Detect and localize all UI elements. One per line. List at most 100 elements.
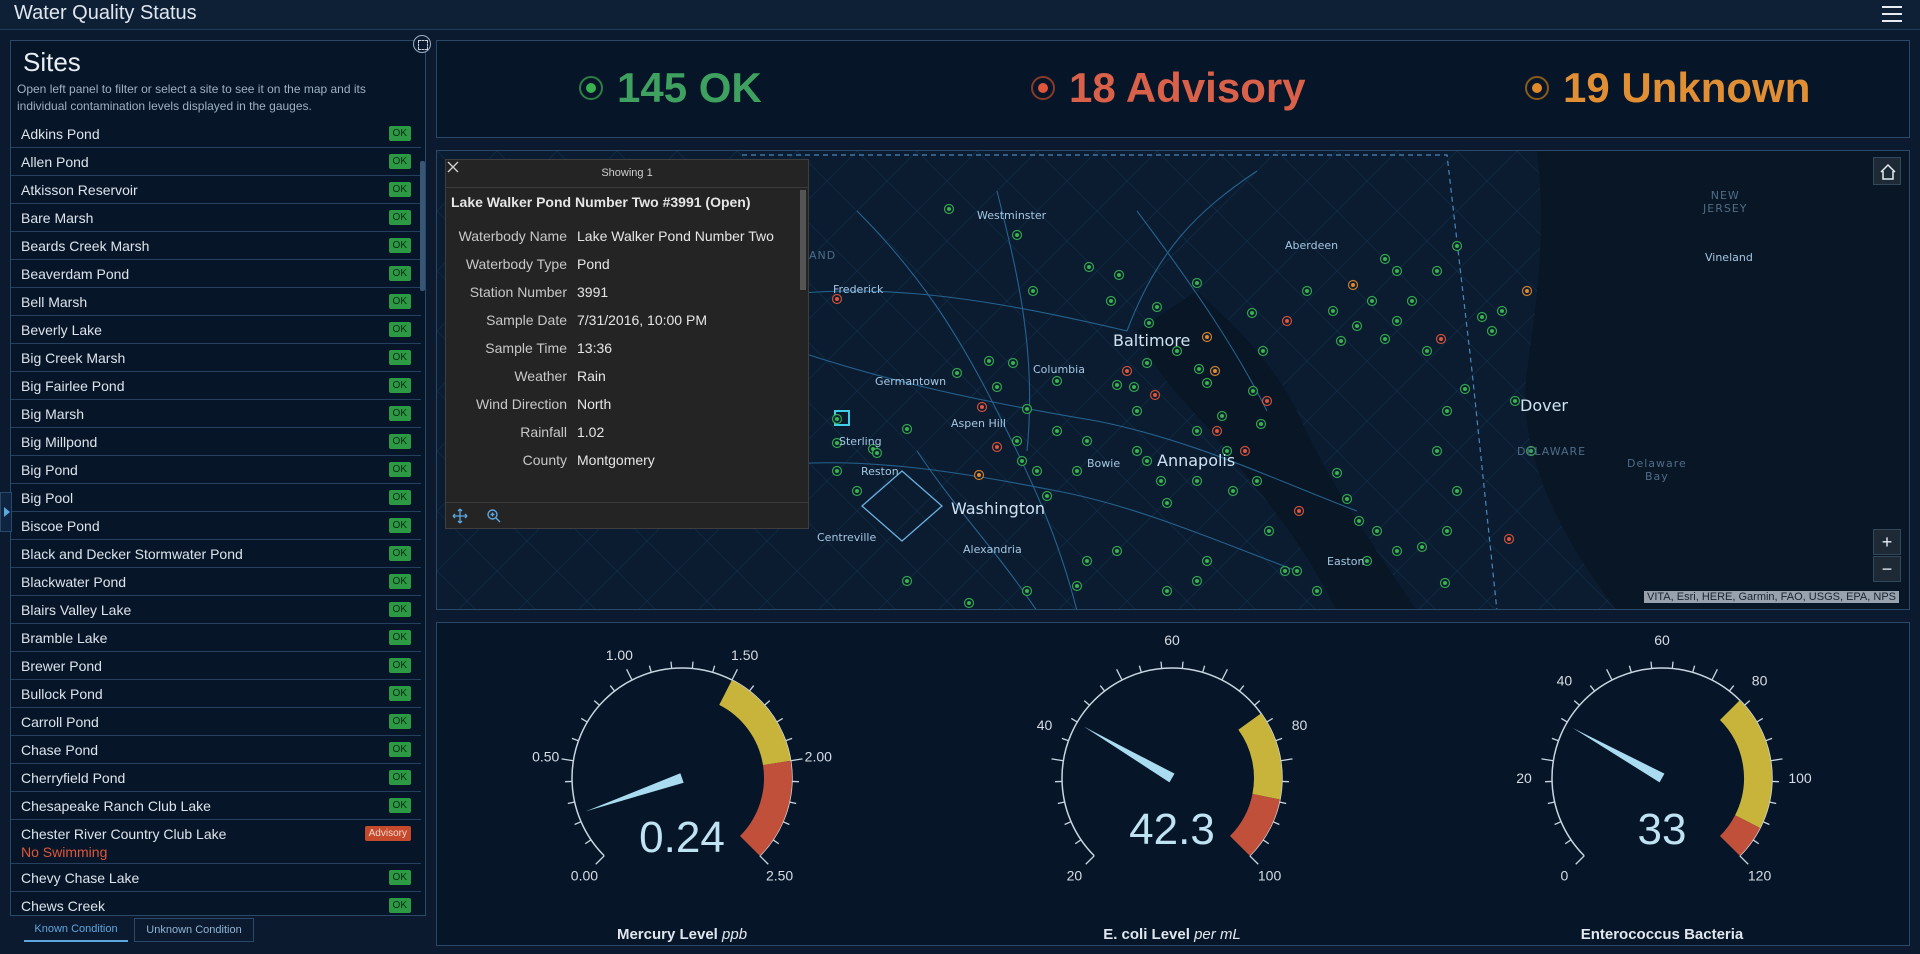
ok-count: 145 OK bbox=[617, 64, 762, 111]
site-list-item[interactable]: Chester River Country Club Lake Advisory N… bbox=[11, 820, 421, 864]
tab-unknown-condition[interactable]: Unknown Condition bbox=[134, 918, 254, 942]
site-list-item[interactable]: Brewer Pond OK bbox=[11, 652, 421, 680]
site-marker-core bbox=[1410, 299, 1414, 303]
map-label-washington: Washington bbox=[951, 499, 1046, 518]
site-list-scrollbar[interactable] bbox=[420, 161, 425, 291]
popup-field-row: Waterbody Type Pond bbox=[446, 254, 801, 274]
map-label-bowie: Bowie bbox=[1087, 457, 1121, 470]
site-marker-core bbox=[1195, 281, 1199, 285]
map-attribution: VITA, Esri, HERE, Garmin, FAO, USGS, EPA… bbox=[1644, 591, 1899, 603]
hamburger-menu-icon[interactable] bbox=[1882, 6, 1902, 22]
close-icon[interactable] bbox=[446, 160, 460, 174]
map-label-centreville: Centreville bbox=[817, 531, 877, 544]
gauge-tick bbox=[1221, 669, 1228, 681]
gauge-tick bbox=[580, 717, 588, 723]
map-view[interactable]: Westminster Aberdeen NEW JERSEY Vineland… bbox=[436, 150, 1910, 610]
status-indicators: 145 OK 18 Advisory 19 Unknown bbox=[436, 40, 1910, 138]
site-marker-core bbox=[1045, 494, 1049, 498]
site-list-item[interactable]: Blairs Valley Lake OK bbox=[11, 596, 421, 624]
gauge-tick bbox=[561, 758, 574, 762]
site-marker-core bbox=[1165, 501, 1169, 505]
pan-to-icon[interactable] bbox=[452, 508, 468, 524]
site-list-item[interactable]: Bare Marsh OK bbox=[11, 204, 421, 232]
site-marker-core bbox=[1383, 257, 1387, 261]
map-label-new-jersey: NEW JERSEY bbox=[1703, 189, 1748, 215]
gauge-tick bbox=[1275, 737, 1283, 742]
site-marker-core bbox=[995, 385, 999, 389]
site-name: Big Marsh bbox=[21, 406, 85, 422]
gauge-tick bbox=[731, 669, 738, 681]
site-list-item[interactable]: Allen Pond OK bbox=[11, 148, 421, 176]
ecoli-gauge-title-text: E. coli Level bbox=[1103, 926, 1190, 943]
zoom-out-button[interactable]: − bbox=[1873, 556, 1901, 582]
gauge-tick bbox=[1541, 758, 1554, 762]
status-badge: OK bbox=[388, 714, 411, 729]
status-badge: OK bbox=[388, 266, 411, 281]
site-marker-core bbox=[1445, 409, 1449, 413]
site-marker-core bbox=[1525, 289, 1529, 293]
site-name: Chester River Country Club Lake bbox=[21, 826, 227, 842]
site-list-item[interactable]: Bullock Pond OK bbox=[11, 680, 421, 708]
tab-known-condition[interactable]: Known Condition bbox=[24, 918, 128, 942]
map-label-frederick: Frederick bbox=[833, 283, 884, 296]
gauge-tick bbox=[789, 801, 797, 805]
gauge-tick bbox=[1547, 801, 1555, 805]
site-list-item[interactable]: Chevy Chase Lake OK bbox=[11, 864, 421, 892]
site-list-item[interactable]: Beverly Lake OK bbox=[11, 316, 421, 344]
site-name: Black and Decker Stormwater Pond bbox=[21, 546, 243, 562]
site-marker-core bbox=[835, 417, 839, 421]
mercury-gauge: 0.00 0.50 1.00 1.50 2.00 2.50 0.24 Mercury Le… bbox=[437, 623, 927, 947]
site-list-item[interactable]: Beards Creek Marsh OK bbox=[11, 232, 421, 260]
home-button[interactable] bbox=[1873, 157, 1901, 185]
zoom-in-button[interactable]: + bbox=[1873, 529, 1901, 555]
site-list-item[interactable]: Carroll Pond OK bbox=[11, 708, 421, 736]
popup-field-key: Sample Date bbox=[486, 312, 567, 328]
zoom-to-icon[interactable] bbox=[486, 508, 502, 524]
site-marker-core bbox=[1159, 479, 1163, 483]
site-list-item[interactable]: Bell Marsh OK bbox=[11, 288, 421, 316]
site-list-item[interactable]: Cherryfield Pond OK bbox=[11, 764, 421, 792]
site-list-item[interactable]: Big Pool OK bbox=[11, 484, 421, 512]
unknown-indicator: 19 Unknown bbox=[1525, 63, 1810, 113]
site-list-item[interactable]: Bramble Lake OK bbox=[11, 624, 421, 652]
site-list-item[interactable]: Blackwater Pond OK bbox=[11, 568, 421, 596]
site-marker-core bbox=[1115, 549, 1119, 553]
site-list-item[interactable]: Big Millpond OK bbox=[11, 428, 421, 456]
site-list-item[interactable]: Beaverdam Pond OK bbox=[11, 260, 421, 288]
site-list-item[interactable]: Big Creek Marsh OK bbox=[11, 344, 421, 372]
status-badge: OK bbox=[388, 322, 411, 337]
gauge-tick-label: 20 bbox=[1067, 868, 1083, 884]
site-marker-core bbox=[1315, 589, 1319, 593]
gauge-needle bbox=[1573, 728, 1665, 783]
gauge-tick-label: 100 bbox=[1788, 770, 1812, 786]
site-marker-core bbox=[1135, 409, 1139, 413]
gauge-tick bbox=[1573, 700, 1580, 706]
left-panel-toggle-icon[interactable] bbox=[0, 492, 12, 532]
mercury-gauge-title: Mercury Level ppb bbox=[437, 926, 927, 943]
site-marker-core bbox=[995, 445, 999, 449]
site-list-item[interactable]: Big Pond OK bbox=[11, 456, 421, 484]
popup-scrollbar[interactable] bbox=[800, 190, 806, 290]
gauge-tick bbox=[1085, 855, 1095, 865]
site-marker-core bbox=[1213, 369, 1217, 373]
gauge-tick-label: 60 bbox=[1654, 632, 1670, 648]
site-list-item[interactable]: Chesapeake Ranch Club Lake OK bbox=[11, 792, 421, 820]
expand-panel-icon[interactable] bbox=[413, 35, 431, 53]
site-list-item[interactable]: Biscoe Pond OK bbox=[11, 512, 421, 540]
site-list-item[interactable]: Atkisson Reservoir OK bbox=[11, 176, 421, 204]
site-name: Chews Creek bbox=[21, 898, 106, 914]
site-marker-core bbox=[835, 297, 839, 301]
site-name: Cherryfield Pond bbox=[21, 770, 126, 786]
map-label-reston: Reston bbox=[861, 465, 899, 478]
site-marker-core bbox=[905, 427, 909, 431]
site-list-item[interactable]: Chase Pond OK bbox=[11, 736, 421, 764]
advisory-indicator: 18 Advisory bbox=[1031, 63, 1306, 113]
site-list-item[interactable]: Black and Decker Stormwater Pond OK bbox=[11, 540, 421, 568]
site-list-item[interactable]: Chews Creek OK bbox=[11, 892, 421, 917]
site-list-item[interactable]: Big Fairlee Pond OK bbox=[11, 372, 421, 400]
site-marker-core bbox=[1420, 545, 1424, 549]
site-list-item[interactable]: Big Marsh OK bbox=[11, 400, 421, 428]
site-list-item[interactable]: Adkins Pond OK bbox=[11, 120, 421, 148]
gauge-tick bbox=[1739, 855, 1749, 865]
gauge-tick bbox=[1116, 669, 1123, 681]
